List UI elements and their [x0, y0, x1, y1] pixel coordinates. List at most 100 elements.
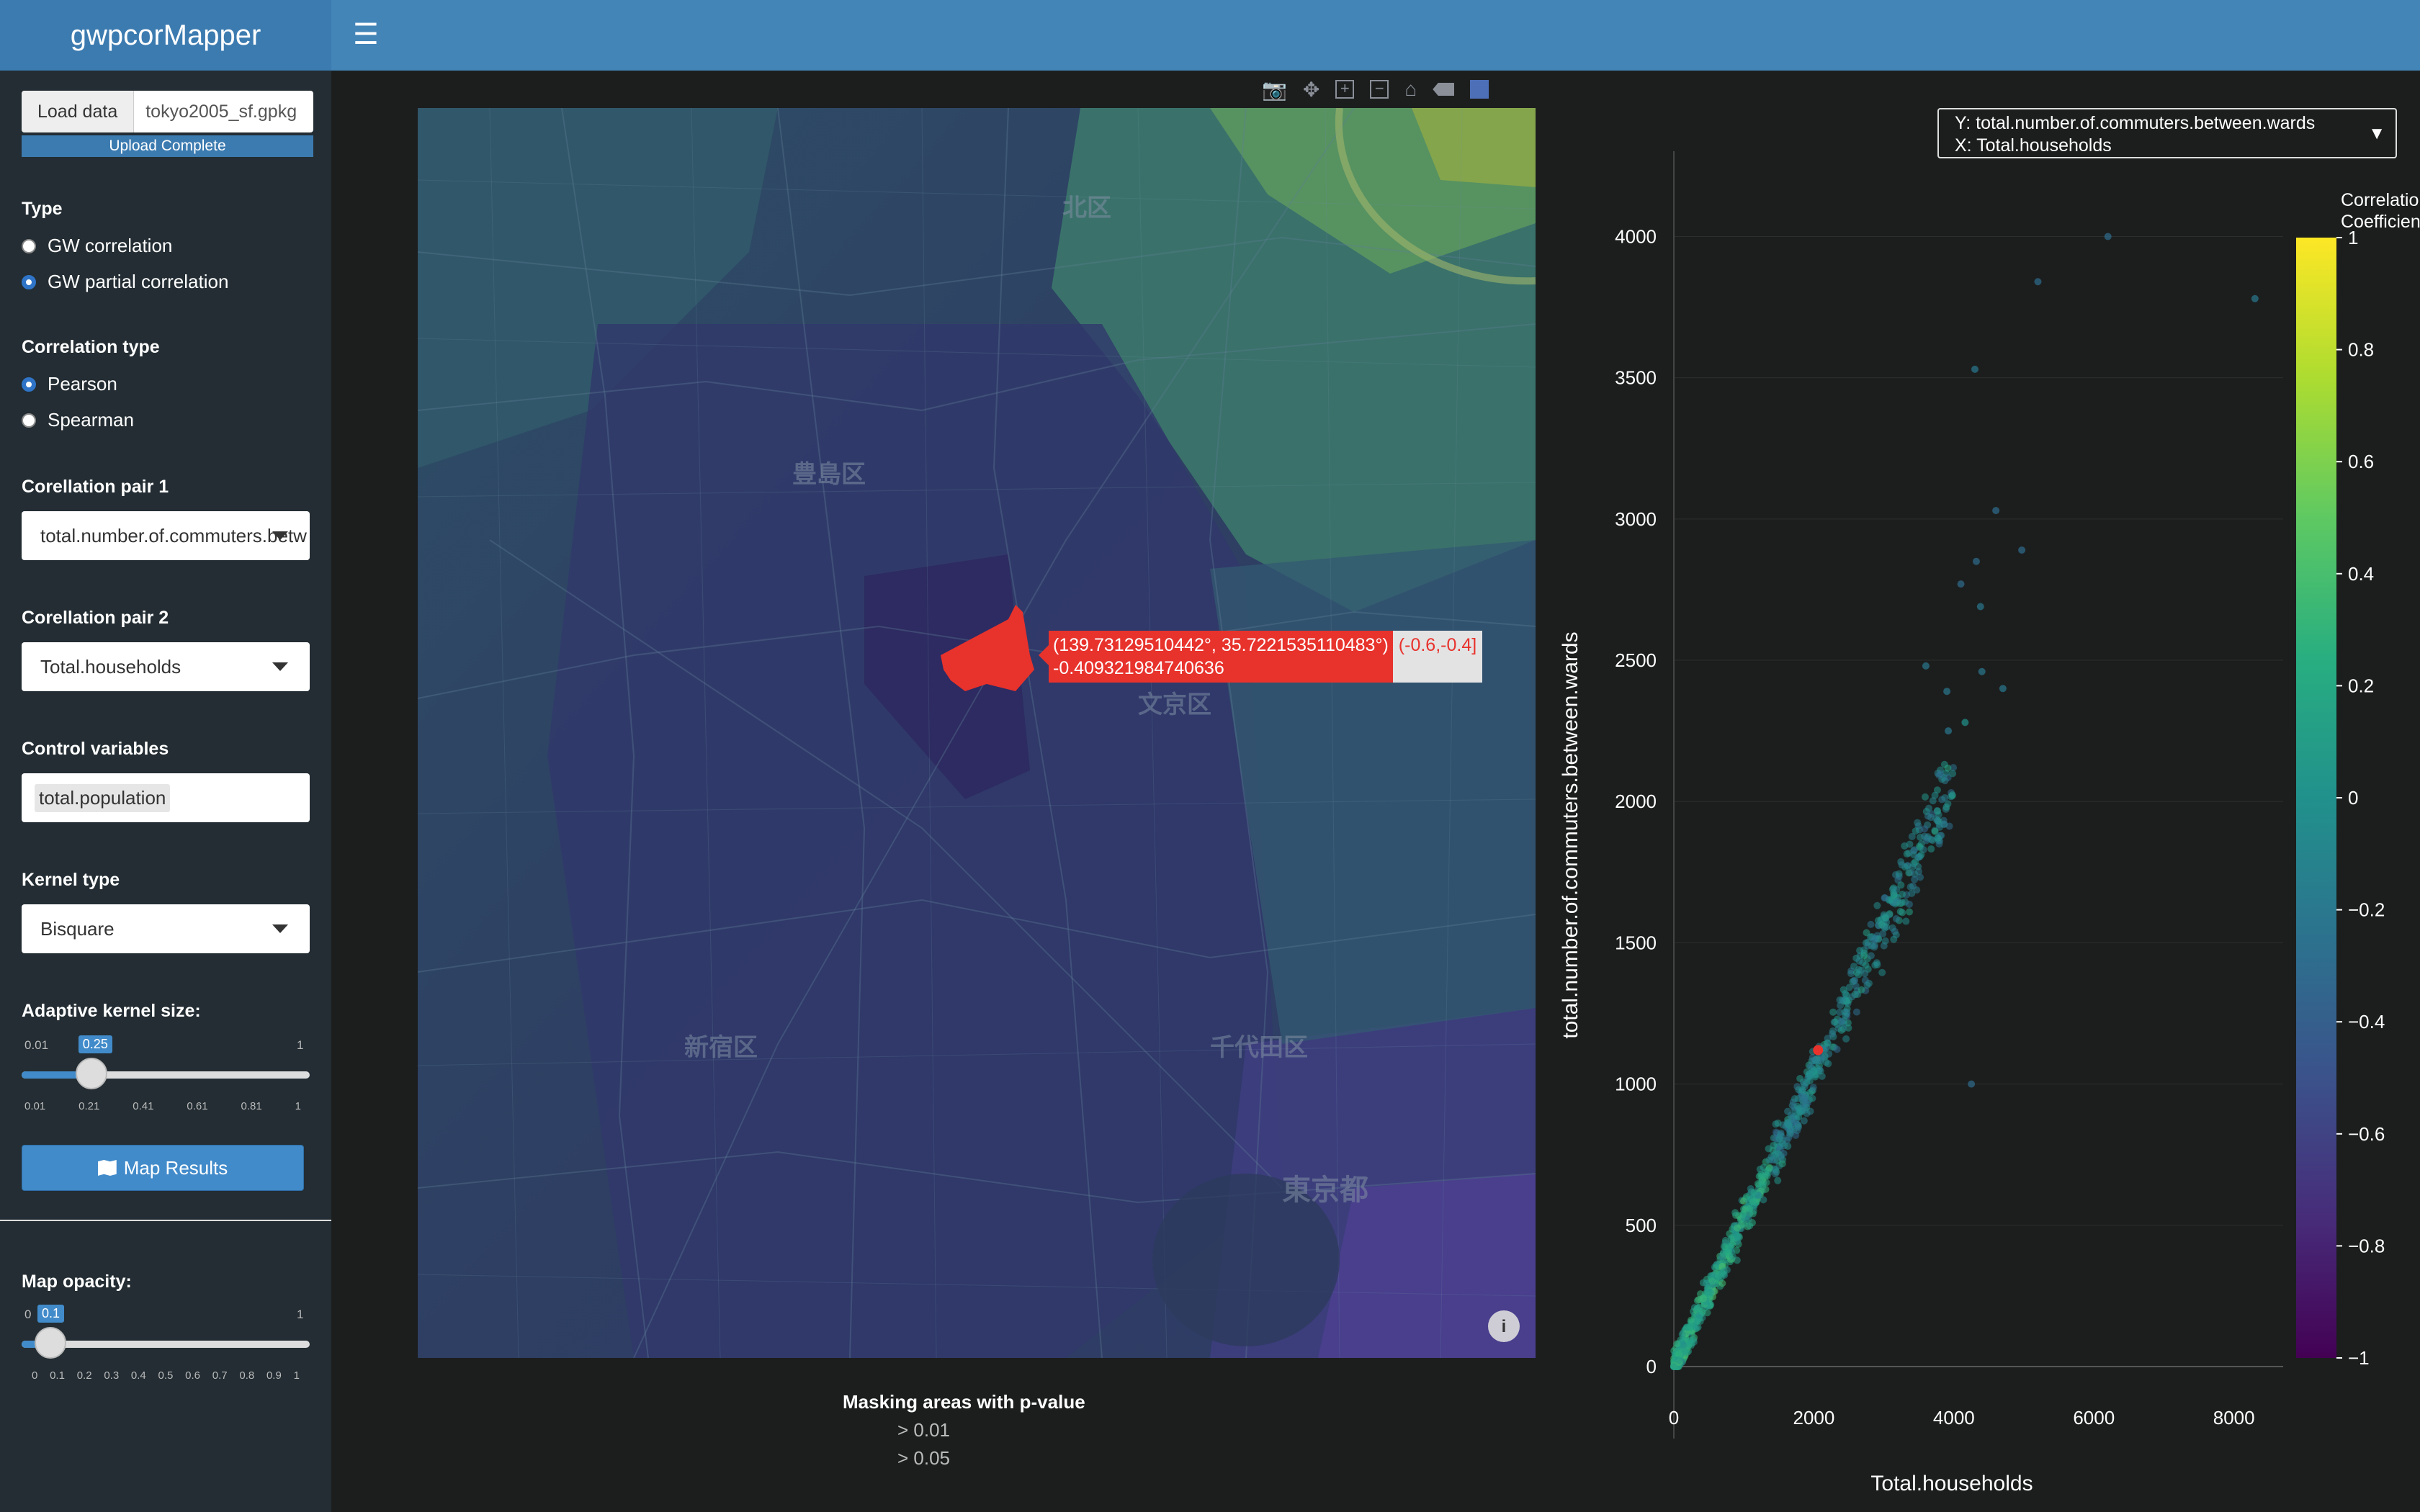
scatter-point[interactable]: [1796, 1074, 1804, 1082]
scatter-point[interactable]: [1778, 1140, 1786, 1148]
scatter-point[interactable]: [1822, 1058, 1830, 1066]
scatter-point[interactable]: [1690, 1336, 1698, 1344]
slider-handle[interactable]: [35, 1327, 66, 1359]
scatter-point[interactable]: [1809, 1084, 1817, 1092]
scatter-point[interactable]: [1940, 821, 1948, 829]
map-opacity-slider[interactable]: [22, 1327, 310, 1359]
scatter-point[interactable]: [1809, 1094, 1816, 1102]
scatter-point[interactable]: [1816, 1067, 1824, 1075]
scatter-point[interactable]: [1765, 1156, 1773, 1164]
scatter-point[interactable]: [1935, 771, 1943, 779]
scatter-point[interactable]: [1871, 961, 1879, 969]
scatter-point[interactable]: [1892, 931, 1900, 939]
scatter-point[interactable]: [1718, 1279, 1726, 1287]
scatter-point[interactable]: [1675, 1356, 1682, 1364]
scatter-point[interactable]: [1798, 1093, 1806, 1101]
scatter-point[interactable]: [1934, 817, 1942, 825]
scatter-point[interactable]: [1948, 791, 1956, 799]
scatter-point[interactable]: [1922, 662, 1930, 670]
bar-chart-icon[interactable]: [1470, 80, 1489, 99]
scatter-point[interactable]: [1897, 881, 1905, 889]
scatter-point[interactable]: [1972, 557, 1980, 565]
scatter-point[interactable]: [1755, 1172, 1763, 1180]
scatter-point[interactable]: [1670, 1363, 1678, 1370]
scatter-point[interactable]: [1786, 1130, 1794, 1138]
radio-selected-icon[interactable]: [22, 274, 36, 289]
scatter-point[interactable]: [1837, 1026, 1845, 1034]
scatter-point[interactable]: [1867, 952, 1875, 960]
pan-icon[interactable]: ✥: [1303, 78, 1319, 102]
scatter-point[interactable]: [1749, 1198, 1757, 1206]
scatter-point[interactable]: [1683, 1349, 1691, 1356]
scatter-point[interactable]: [1870, 935, 1878, 942]
scatter-point[interactable]: [1921, 793, 1929, 801]
scatter-point[interactable]: [1857, 966, 1865, 974]
scatter-point[interactable]: [1905, 900, 1913, 908]
radio-gw-correlation[interactable]: GW correlation: [22, 235, 172, 257]
scatter-point[interactable]: [1978, 667, 1986, 675]
scatter-point[interactable]: [1881, 937, 1889, 945]
scatter-point[interactable]: [2034, 278, 2042, 286]
scatter-point[interactable]: [1756, 1165, 1764, 1173]
scatter-point[interactable]: [1734, 1233, 1742, 1241]
scatter-point[interactable]: [1906, 908, 1914, 916]
scatter-point[interactable]: [1795, 1086, 1803, 1094]
control-variable-tag[interactable]: total.population: [35, 783, 171, 812]
control-variables-input[interactable]: total.population: [22, 773, 310, 822]
scatter-point[interactable]: [1777, 1129, 1785, 1137]
radio-gw-partial-correlation[interactable]: GW partial correlation: [22, 271, 228, 293]
scatter-point[interactable]: [2018, 546, 2026, 554]
scatter-point[interactable]: [1842, 1008, 1850, 1016]
file-input[interactable]: Load data tokyo2005_sf.gpkg: [22, 91, 313, 132]
scatter-point[interactable]: [1801, 1106, 1809, 1114]
scatter-point[interactable]: [1850, 963, 1858, 971]
scatter-point[interactable]: [1832, 1018, 1839, 1026]
scatter-point[interactable]: [1878, 968, 1886, 976]
scatter-point[interactable]: [1906, 883, 1914, 891]
scatter-point[interactable]: [1795, 1113, 1803, 1121]
scatter-point[interactable]: [1898, 890, 1906, 898]
scatter-point[interactable]: [1772, 1120, 1780, 1128]
scatter-point[interactable]: [1852, 1008, 1860, 1016]
scatter-point[interactable]: [1921, 825, 1929, 833]
scatter-point[interactable]: [1719, 1250, 1727, 1258]
scatter-point[interactable]: [1742, 1193, 1750, 1201]
scatter-point[interactable]: [1706, 1291, 1713, 1299]
scatter-point[interactable]: [1787, 1112, 1795, 1120]
scatter-point[interactable]: [1772, 1150, 1780, 1158]
pair1-select[interactable]: total.number.of.commuters.betw: [22, 511, 310, 560]
radio-icon[interactable]: [22, 238, 36, 253]
sidebar-toggle-icon[interactable]: ☰: [353, 20, 379, 49]
scatter-point[interactable]: [1873, 901, 1881, 909]
scatter-point[interactable]: [1906, 840, 1914, 848]
radio-selected-icon[interactable]: [22, 377, 36, 392]
scatter-point[interactable]: [1721, 1236, 1729, 1244]
scatter-point[interactable]: [1729, 1253, 1736, 1261]
scatter-point[interactable]: [1999, 685, 2007, 693]
scatter-point[interactable]: [1890, 889, 1898, 897]
scatter-point[interactable]: [1860, 949, 1868, 957]
scatter-point[interactable]: [1888, 924, 1896, 932]
scatter-point[interactable]: [1911, 846, 1919, 854]
scatter-point[interactable]: [1881, 924, 1888, 932]
scatter-point[interactable]: [1863, 929, 1870, 937]
kernel-size-slider[interactable]: [22, 1058, 310, 1089]
scatter-point[interactable]: [1719, 1270, 1727, 1278]
highlighted-point[interactable]: [1813, 1045, 1824, 1056]
scatter-point[interactable]: [1783, 1119, 1791, 1127]
scatter-point[interactable]: [1764, 1166, 1772, 1174]
scatter-point[interactable]: [1861, 976, 1869, 984]
scatter-point[interactable]: [1944, 764, 1952, 772]
scatter-point[interactable]: [1814, 1058, 1821, 1066]
radio-spearman[interactable]: Spearman: [22, 409, 134, 431]
scatter-point[interactable]: [1806, 1077, 1814, 1085]
scatter-point[interactable]: [1927, 814, 1935, 822]
scatter-point[interactable]: [1898, 861, 1906, 869]
choropleth-map[interactable]: 北区 豊島区 文京区 新宿区 千代田区 東京都 i (139.731295104…: [418, 108, 1536, 1358]
scatter-point[interactable]: [1693, 1324, 1700, 1332]
map-results-button[interactable]: Map Results: [22, 1145, 304, 1191]
masking-legend-item[interactable]: > 0.01: [897, 1419, 1085, 1441]
kernel-type-select[interactable]: Bisquare: [22, 904, 310, 953]
scatter-point[interactable]: [1855, 957, 1863, 965]
scatter-point[interactable]: [1957, 580, 1965, 588]
